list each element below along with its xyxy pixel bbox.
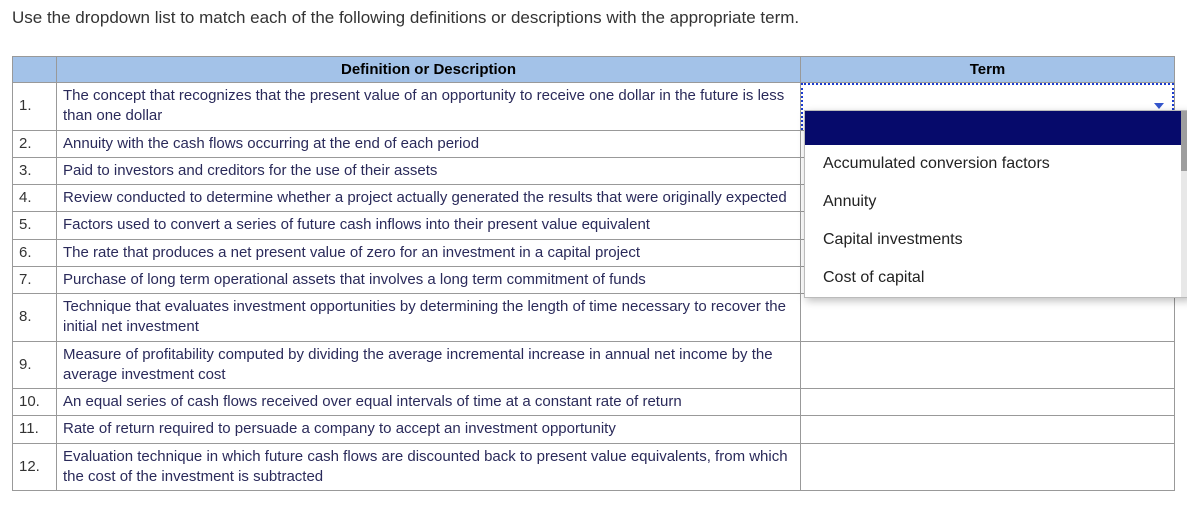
dropdown-option-blank[interactable] <box>805 111 1187 145</box>
row-definition: The concept that recognizes that the pre… <box>57 83 801 131</box>
dropdown-option[interactable]: Annuity <box>805 183 1187 221</box>
dropdown-option[interactable]: Capital investments <box>805 221 1187 259</box>
row-definition: Purchase of long term operational assets… <box>57 266 801 293</box>
row-number: 9. <box>13 341 57 389</box>
table-header-row: Definition or Description Term <box>13 57 1175 83</box>
row-definition: Factors used to convert a series of futu… <box>57 212 801 239</box>
row-number: 1. <box>13 83 57 131</box>
header-blank <box>13 57 57 83</box>
instruction-text: Use the dropdown list to match each of t… <box>12 8 1175 28</box>
row-definition: Evaluation technique in which future cas… <box>57 443 801 491</box>
row-number: 5. <box>13 212 57 239</box>
term-dropdown-cell-10[interactable] <box>801 389 1175 416</box>
matching-table-wrap: Definition or Description Term 1. The co… <box>12 56 1175 491</box>
row-number: 10. <box>13 389 57 416</box>
term-dropdown-panel[interactable]: Accumulated conversion factors Annuity C… <box>804 110 1187 298</box>
table-row: 10. An equal series of cash flows receiv… <box>13 389 1175 416</box>
row-number: 12. <box>13 443 57 491</box>
table-row: 11. Rate of return required to persuade … <box>13 416 1175 443</box>
row-definition: Technique that evaluates investment oppo… <box>57 294 801 342</box>
table-row: 8. Technique that evaluates investment o… <box>13 294 1175 342</box>
term-dropdown-cell-11[interactable] <box>801 416 1175 443</box>
dropdown-option[interactable]: Cost of capital <box>805 259 1187 297</box>
term-dropdown-cell-12[interactable] <box>801 443 1175 491</box>
row-definition: An equal series of cash flows received o… <box>57 389 801 416</box>
row-number: 11. <box>13 416 57 443</box>
dropdown-scrollbar[interactable] <box>1181 111 1187 297</box>
chevron-down-icon <box>1154 103 1164 109</box>
header-term: Term <box>801 57 1175 83</box>
row-definition: The rate that produces a net present val… <box>57 239 801 266</box>
row-number: 6. <box>13 239 57 266</box>
term-dropdown-cell-8[interactable] <box>801 294 1175 342</box>
row-definition: Rate of return required to persuade a co… <box>57 416 801 443</box>
row-number: 4. <box>13 185 57 212</box>
row-definition: Paid to investors and creditors for the … <box>57 157 801 184</box>
dropdown-option[interactable]: Accumulated conversion factors <box>805 145 1187 183</box>
row-number: 2. <box>13 130 57 157</box>
table-row: 12. Evaluation technique in which future… <box>13 443 1175 491</box>
row-number: 3. <box>13 157 57 184</box>
row-number: 7. <box>13 266 57 293</box>
row-definition: Review conducted to determine whether a … <box>57 185 801 212</box>
row-definition: Annuity with the cash flows occurring at… <box>57 130 801 157</box>
table-row: 9. Measure of profitability computed by … <box>13 341 1175 389</box>
row-number: 8. <box>13 294 57 342</box>
header-definition: Definition or Description <box>57 57 801 83</box>
dropdown-scroll-thumb[interactable] <box>1181 111 1187 171</box>
row-definition: Measure of profitability computed by div… <box>57 341 801 389</box>
term-dropdown-cell-9[interactable] <box>801 341 1175 389</box>
